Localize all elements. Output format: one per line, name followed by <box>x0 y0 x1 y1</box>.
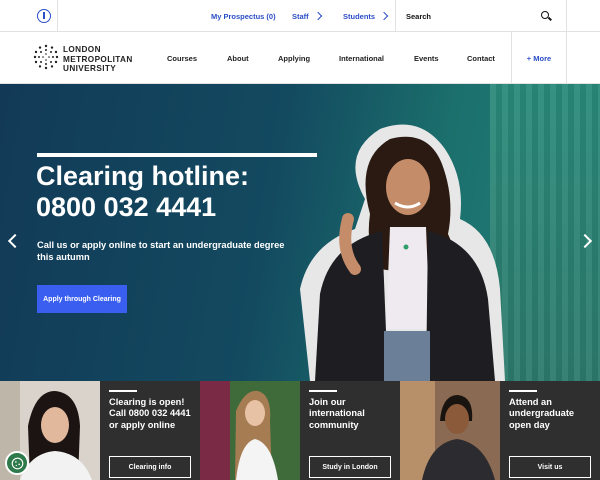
nav-item-events[interactable]: Events <box>414 32 439 84</box>
my-prospectus-link[interactable]: My Prospectus (0) <box>211 0 276 32</box>
staff-link[interactable]: Staff <box>292 0 322 32</box>
search-box <box>395 0 567 32</box>
logo-line-2: METROPOLITAN <box>63 54 133 64</box>
chevron-right-icon <box>313 11 322 21</box>
utility-bar: My Prospectus (0) Staff Students <box>0 0 600 32</box>
logo-mark-icon <box>33 44 59 70</box>
cookie-icon <box>11 457 23 469</box>
hero-student-photo <box>300 124 505 381</box>
card-photo-student-2 <box>200 381 300 480</box>
nav-item-courses[interactable]: Courses <box>167 32 197 84</box>
hero-banner: Clearing hotline: 0800 032 4441 Call us … <box>0 84 600 381</box>
card-open-day: Attend an undergraduate open day Visit u… <box>500 381 600 480</box>
card-international: Join our international community Study i… <box>300 381 400 480</box>
card-title: Join our international community <box>309 397 365 430</box>
search-icon[interactable] <box>541 11 549 19</box>
accessibility-icon <box>36 9 51 23</box>
nav-item-about[interactable]: About <box>227 32 249 84</box>
cookie-settings-button[interactable] <box>5 451 29 475</box>
card-clearing: Clearing is open! Call 0800 032 4441 or … <box>100 381 200 480</box>
nav-item-international[interactable]: International <box>339 32 384 84</box>
logo-line-3: UNIVERSITY <box>63 64 117 74</box>
hero-rule <box>37 153 317 157</box>
accessibility-button[interactable] <box>30 0 58 32</box>
more-menu-button[interactable]: + More <box>511 32 567 84</box>
logo-line-1: LONDON <box>63 45 101 54</box>
card-photo-student-3 <box>400 381 500 480</box>
clearing-info-button[interactable]: Clearing info <box>109 456 191 478</box>
visit-us-button[interactable]: Visit us <box>509 456 591 478</box>
students-link[interactable]: Students <box>343 0 389 32</box>
hero-title: Clearing hotline: 0800 032 4441 <box>36 161 250 222</box>
study-in-london-button[interactable]: Study in London <box>309 456 391 478</box>
university-logo[interactable]: LONDON METROPOLITAN UNIVERSITY <box>33 44 153 74</box>
apply-through-clearing-button[interactable]: Apply through Clearing <box>37 285 127 313</box>
main-navigation: LONDON METROPOLITAN UNIVERSITY Courses A… <box>0 32 600 84</box>
card-title: Attend an undergraduate open day <box>509 397 575 430</box>
card-title: Clearing is open! Call 0800 032 4441 or … <box>109 397 191 430</box>
nav-item-applying[interactable]: Applying <box>278 32 310 84</box>
promo-cards: Clearing is open! Call 0800 032 4441 or … <box>0 381 600 480</box>
chevron-left-icon[interactable] <box>7 233 23 249</box>
chevron-right-icon <box>379 11 389 21</box>
nav-item-contact[interactable]: Contact <box>467 32 495 84</box>
hero-subtitle: Call us or apply online to start an unde… <box>37 240 285 262</box>
search-input[interactable] <box>406 8 526 24</box>
